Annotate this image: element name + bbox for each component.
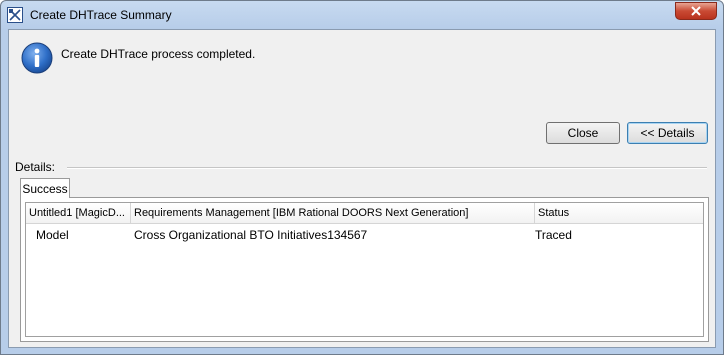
column-header-model[interactable]: Untitled1 [MagicD...	[26, 203, 131, 223]
tab-success[interactable]: Success	[20, 178, 70, 198]
info-icon	[21, 42, 53, 74]
title-bar[interactable]: Create DHTrace Summary	[1, 1, 723, 29]
column-header-requirements[interactable]: Requirements Management [IBM Rational DO…	[131, 203, 535, 223]
close-button[interactable]: Close	[546, 122, 620, 144]
window-title: Create DHTrace Summary	[30, 8, 172, 22]
details-separator	[67, 167, 707, 169]
dialog-content: Create DHTrace process completed. Close …	[8, 29, 716, 348]
table-row[interactable]: Model Cross Organizational BTO Initiativ…	[26, 225, 703, 246]
column-header-status[interactable]: Status	[535, 203, 703, 223]
details-label: Details:	[15, 160, 56, 174]
window-close-button[interactable]	[675, 2, 717, 20]
table-header: Untitled1 [MagicD... Requirements Manage…	[26, 203, 703, 224]
results-table: Untitled1 [MagicD... Requirements Manage…	[25, 202, 704, 337]
dialog-window: Create DHTrace Summary Create DHTrace pr…	[0, 0, 724, 355]
details-toggle-button[interactable]: << Details	[627, 122, 708, 144]
cell-status: Traced	[535, 228, 572, 242]
status-message: Create DHTrace process completed.	[61, 47, 256, 61]
cell-requirement: Cross Organizational BTO Initiatives1345…	[134, 228, 368, 242]
close-icon	[690, 6, 702, 16]
dhtrace-app-icon	[7, 7, 23, 23]
cell-model: Model	[36, 228, 69, 242]
tab-panel-success: Untitled1 [MagicD... Requirements Manage…	[20, 197, 709, 342]
